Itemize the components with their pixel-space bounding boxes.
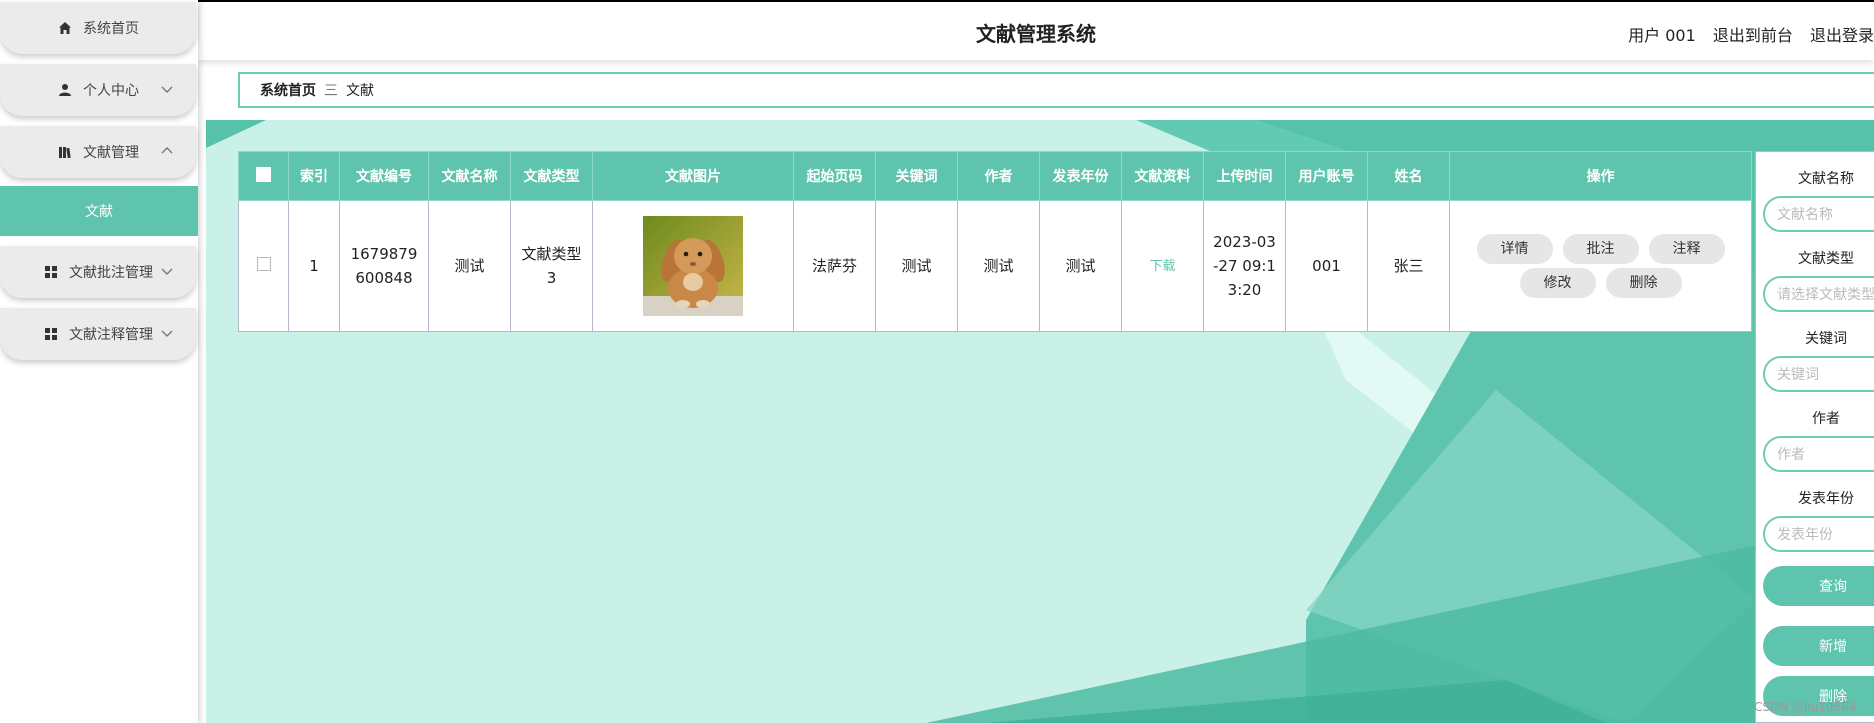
sidebar-subitem-docs[interactable]: 文献 [0,186,198,236]
grid-icon [43,264,59,280]
user-name: 用户 001 [1628,26,1696,45]
search-type-label: 文献类型 [1798,251,1854,267]
column-header: 用户账号 [1285,151,1368,201]
cell-keyword: 测试 [875,200,958,332]
search-year-label: 发表年份 [1798,491,1854,507]
search-keyword-input[interactable]: 关键词 [1763,356,1874,392]
column-header: 作者 [957,151,1040,201]
cell-actions: 详情 批注 注释 修改 删除 [1449,200,1752,332]
table-row: 1 1679879600848 测试 文献类型3 法萨芬 测试 测试 测试 下载… [238,200,1752,332]
breadcrumb-current: 文献 [346,83,374,99]
user-area: 用户 001 退出到前台 退出登录 [1616,22,1874,46]
chevron-down-icon [161,268,173,275]
column-header: 起始页码 [793,151,876,201]
breadcrumb: 系统首页 三 文献 [238,72,1874,108]
doc-table: 索引 文献编号 文献名称 文献类型 文献图片 起始页码 关键词 作者 发表年份 … [238,151,1752,332]
column-header: 文献图片 [592,151,794,201]
search-name-input[interactable]: 文献名称 [1763,196,1874,232]
sidebar-item-label: 个人中心 [83,83,139,99]
column-header: 关键词 [875,151,958,201]
cell-name: 测试 [428,200,511,332]
sidebar: 系统首页 个人中心 文献管理 文献 文献批注管理 文献注释管理 [0,0,198,723]
chevron-up-icon [161,147,173,154]
sidebar-item-annotations[interactable]: 文献批注管理 [0,246,196,298]
column-header: 文献资料 [1121,151,1204,201]
column-header: 索引 [288,151,340,201]
add-button[interactable]: 新增 [1763,626,1874,666]
cell-account: 001 [1285,200,1368,332]
logout-link[interactable]: 退出登录 [1810,26,1874,45]
select-all-cell[interactable] [238,151,289,201]
header: 文献管理系统 用户 001 退出到前台 退出登录 [198,2,1874,60]
sidebar-item-comments[interactable]: 文献注释管理 [0,308,196,360]
cell-upload-time: 2023-03-27 09:13:20 [1203,200,1286,332]
table-header-row: 索引 文献编号 文献名称 文献类型 文献图片 起始页码 关键词 作者 发表年份 … [238,151,1752,201]
sidebar-item-personal[interactable]: 个人中心 [0,64,196,116]
cell-start-page: 法萨芬 [793,200,876,332]
row-select-cell[interactable] [238,200,289,332]
download-link[interactable]: 下载 [1149,259,1175,274]
cell-image [592,200,794,332]
search-type-select[interactable]: 请选择文献类型 [1763,276,1874,312]
column-header: 文献类型 [510,151,593,201]
user-icon [57,82,73,98]
search-author-input[interactable]: 作者 [1763,436,1874,472]
cell-doc-no: 1679879600848 [339,200,429,332]
column-header: 文献编号 [339,151,429,201]
cell-index: 1 [288,200,340,332]
column-header: 姓名 [1367,151,1450,201]
select-all-checkbox[interactable] [256,166,271,182]
chevron-down-icon [161,330,173,337]
query-button[interactable]: 查询 [1763,566,1874,606]
column-header: 发表年份 [1039,151,1122,201]
search-name-label: 文献名称 [1798,171,1854,187]
breadcrumb-home[interactable]: 系统首页 [260,80,316,100]
sidebar-item-home[interactable]: 系统首页 [0,2,196,54]
cell-author: 测试 [957,200,1040,332]
annotate-button[interactable]: 批注 [1562,234,1639,264]
sidebar-item-docs[interactable]: 文献管理 [0,126,196,178]
sidebar-item-label: 文献批注管理 [69,265,153,281]
search-keyword-label: 关键词 [1805,331,1847,347]
cell-material: 下载 [1121,200,1204,332]
row-checkbox[interactable] [256,257,271,271]
chevron-down-icon [161,86,173,93]
cell-type: 文献类型3 [510,200,593,332]
home-icon [57,20,73,36]
search-author-label: 作者 [1812,411,1840,427]
detail-button[interactable]: 详情 [1476,234,1553,264]
sidebar-item-label: 文献管理 [83,145,139,161]
column-header: 上传时间 [1203,151,1286,201]
watermark: CSDN @liu10664 [1754,700,1857,714]
breadcrumb-separator: 三 [324,83,338,99]
back-to-front-link[interactable]: 退出到前台 [1713,26,1793,45]
comment-button[interactable]: 注释 [1648,234,1725,264]
edit-button[interactable]: 修改 [1519,268,1596,298]
search-panel: 文献名称 文献名称 文献类型 请选择文献类型 关键词 关键词 作者 作者 发表年… [1755,151,1874,723]
cell-year: 测试 [1039,200,1122,332]
sidebar-item-label: 系统首页 [83,21,139,37]
book-icon [57,144,73,160]
rabbit-image [643,216,743,316]
sidebar-item-label: 文献注释管理 [69,327,153,343]
column-header: 文献名称 [428,151,511,201]
cell-person: 张三 [1367,200,1450,332]
grid-icon [43,326,59,342]
search-year-input[interactable]: 发表年份 [1763,516,1874,552]
column-header: 操作 [1449,151,1752,201]
delete-row-button[interactable]: 删除 [1605,268,1682,298]
